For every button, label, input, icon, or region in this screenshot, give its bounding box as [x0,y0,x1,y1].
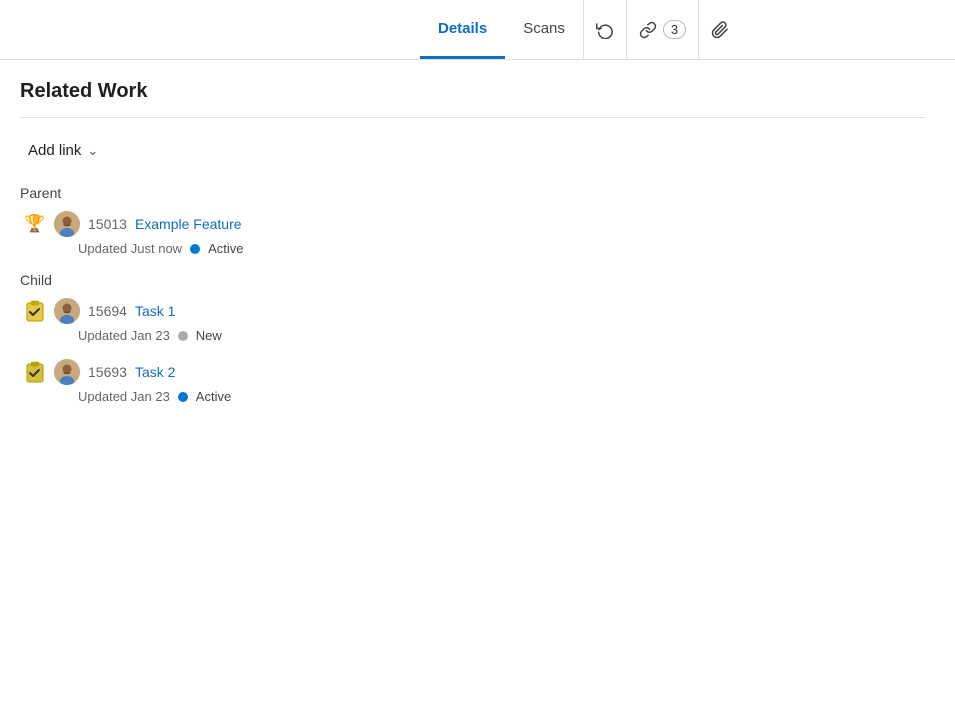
child2-updated: Updated Jan 23 [78,389,170,404]
history-button[interactable] [583,0,626,59]
tab-bar: Details Scans 3 [0,0,955,60]
avatar-child1 [54,298,80,324]
history-icon [596,21,614,39]
parent-item-title[interactable]: Example Feature [135,216,242,232]
child2-item-row: 15693 Task 2 [24,359,925,385]
child1-item-row: 15694 Task 1 [24,298,925,324]
child2-item-id: 15693 [88,364,127,380]
child-label: Child [20,272,925,288]
child1-status-label: New [196,328,222,343]
links-button[interactable]: 3 [626,0,698,59]
chevron-down-icon: ⌄ [87,143,98,159]
task-type-icon-1 [24,300,46,322]
child-work-item-2: 15693 Task 2 Updated Jan 23 Active [20,359,925,404]
child2-item-title[interactable]: Task 2 [135,364,175,380]
section-divider [20,117,925,118]
links-badge: 3 [663,20,686,39]
tab-details[interactable]: Details [420,0,505,59]
add-link-button[interactable]: Add link ⌄ [20,138,106,163]
paperclip-icon [711,21,729,39]
child1-item-title[interactable]: Task 1 [135,303,175,319]
avatar [54,211,80,237]
child1-status-dot [178,331,188,341]
parent-updated: Updated Just now [78,241,182,256]
child2-status-dot [178,392,188,402]
parent-item-row: 🏆 15013 Example Feature [24,211,925,237]
parent-item-id: 15013 [88,216,127,232]
child1-item-id: 15694 [88,303,127,319]
child2-status-label: Active [196,389,231,404]
child1-updated: Updated Jan 23 [78,328,170,343]
task-type-icon-2 [24,361,46,383]
parent-status-label: Active [208,241,243,256]
link-icon [639,21,657,39]
section-title: Related Work [20,80,925,103]
main-content: Related Work Add link ⌄ Parent 🏆 [0,60,955,440]
parent-work-item: 🏆 15013 Example Feature Updated Just now [20,211,925,256]
parent-item-meta: Updated Just now Active [24,241,925,256]
parent-status-dot [190,244,200,254]
feature-type-icon: 🏆 [24,213,46,235]
child1-item-meta: Updated Jan 23 New [24,328,925,343]
child2-item-meta: Updated Jan 23 Active [24,389,925,404]
parent-label: Parent [20,185,925,201]
avatar-child2 [54,359,80,385]
tab-scans[interactable]: Scans [505,0,583,59]
attachments-button[interactable] [698,0,741,59]
child-work-item-1: 15694 Task 1 Updated Jan 23 New [20,298,925,343]
